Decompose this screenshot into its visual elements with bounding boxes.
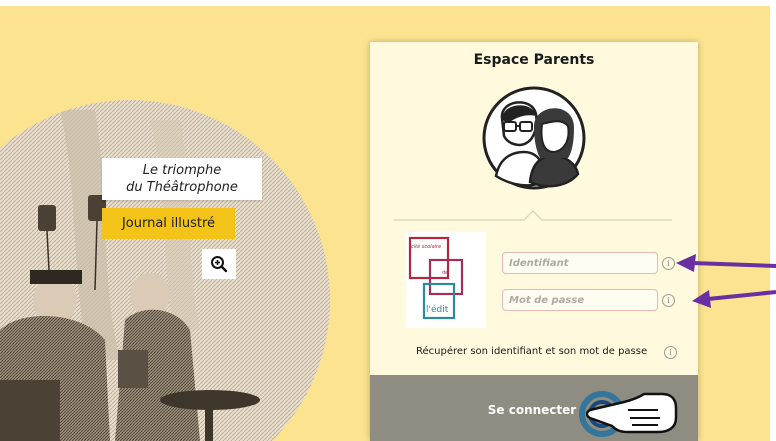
identifiant-info-icon[interactable]: i xyxy=(662,257,675,270)
caption-box: Le triomphe du Théâtrophone xyxy=(102,158,262,200)
pointing-hand-icon xyxy=(579,391,678,437)
caption-line-2: du Théâtrophone xyxy=(126,180,238,195)
logo-text-school: cité scolaire xyxy=(411,243,441,250)
password-info-icon[interactable]: i xyxy=(662,294,675,307)
password-input[interactable] xyxy=(502,289,658,311)
zoom-in-icon xyxy=(211,256,228,273)
category-tag[interactable]: Journal illustré xyxy=(102,208,235,239)
recover-credentials-link[interactable]: Récupérer son identifiant et son mot de … xyxy=(416,346,647,357)
parents-avatar-icon xyxy=(482,86,586,190)
panel-title: Espace Parents xyxy=(473,52,595,68)
arrow-pointing-identifiant-icon xyxy=(676,254,776,272)
right-border xyxy=(770,0,776,441)
logo-text-de: de xyxy=(442,270,448,276)
zoom-button[interactable] xyxy=(202,249,236,279)
connect-button-label: Se connecter xyxy=(487,403,577,417)
identifiant-input[interactable] xyxy=(502,252,658,274)
logo-text-edit: l'édit xyxy=(426,304,449,315)
section-divider xyxy=(394,210,672,221)
arrow-pointing-password-icon xyxy=(692,290,776,308)
caption-line-1: Le triomphe xyxy=(142,163,222,178)
recover-info-icon[interactable]: i xyxy=(664,346,677,359)
school-logo: cité scolaire de l'édit xyxy=(406,232,486,328)
